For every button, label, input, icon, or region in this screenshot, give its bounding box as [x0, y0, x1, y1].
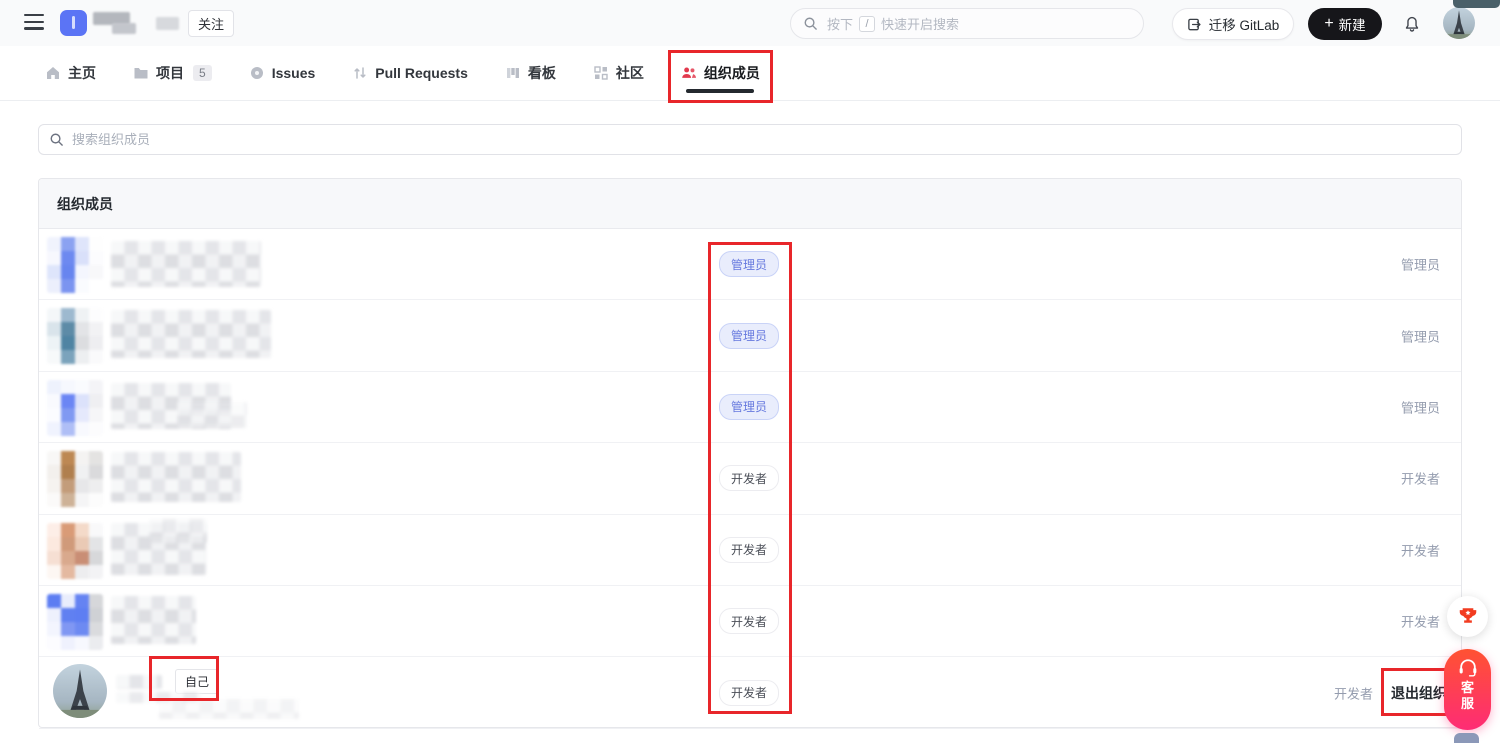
migrate-gitlab-button[interactable]: 迁移 GitLab [1172, 8, 1294, 40]
customer-service-fab-button[interactable]: 客服 [1444, 649, 1491, 730]
eiffel-tower-avatar-image [1443, 7, 1475, 39]
tab-board[interactable]: 看板 [505, 46, 556, 101]
headset-icon [1457, 658, 1479, 678]
customer-service-label: 客服 [1460, 680, 1475, 712]
issue-icon [249, 65, 265, 81]
blurred-avatar [47, 451, 103, 507]
community-icon [593, 65, 609, 81]
tab-community[interactable]: 社区 [593, 46, 644, 101]
new-button[interactable]: + 新建 [1308, 8, 1382, 40]
trophy-icon [1457, 606, 1479, 628]
member-row: 管理员 管理员 [39, 229, 1461, 300]
member-row-self: 自己 开发者 开发者 退出组织 [39, 657, 1461, 728]
user-avatar[interactable] [1443, 7, 1475, 39]
role-badge: 开发者 [719, 680, 779, 706]
folder-icon [133, 65, 149, 81]
blurred-org-name [112, 23, 136, 34]
blurred-avatar [47, 308, 103, 364]
role-badge: 管理员 [719, 323, 779, 349]
org-logo[interactable] [60, 10, 87, 36]
role-select[interactable]: 开发者 [1401, 469, 1440, 488]
home-icon [45, 65, 61, 81]
follow-button[interactable]: 关注 [188, 10, 234, 37]
corner-chip [1453, 0, 1500, 8]
projects-count-badge: 5 [193, 65, 212, 81]
slash-keycap: / [859, 16, 875, 32]
role-select[interactable]: 开发者 [1334, 683, 1373, 702]
board-icon [505, 65, 521, 81]
org-members-panel: 组织成员 管理员 管理员 管理员 管理员 管理员 管理员 开发者 开发者 开发者… [38, 178, 1462, 728]
notification-bell-icon[interactable] [1401, 12, 1423, 34]
org-nav-tabs: 主页 项目 5 Issues Pull Requests 看板 [0, 46, 1500, 101]
role-badge: 管理员 [719, 251, 779, 277]
blurred-member-meta [177, 402, 247, 428]
global-search-input[interactable]: 按下 / 快速开启搜索 [790, 8, 1144, 39]
plus-icon: + [1324, 15, 1333, 33]
member-row: 开发者 开发者 [39, 586, 1461, 657]
member-row: 开发者 开发者 [39, 515, 1461, 586]
global-search-placeholder: 按下 / 快速开启搜索 [827, 14, 959, 33]
active-tab-underline [686, 89, 754, 93]
blurred-member-name [111, 241, 261, 287]
blurred-member-name [111, 452, 241, 502]
role-select[interactable]: 开发者 [1401, 540, 1440, 559]
role-select[interactable]: 管理员 [1401, 326, 1440, 345]
role-badge: 开发者 [719, 608, 779, 634]
role-badge: 开发者 [719, 465, 779, 491]
blurred-avatar [47, 594, 103, 650]
leave-org-button[interactable]: 退出组织 [1391, 683, 1447, 703]
member-row: 开发者 开发者 [39, 443, 1461, 514]
member-search-box [38, 124, 1462, 155]
pull-request-icon [352, 65, 368, 81]
search-icon [803, 16, 818, 31]
self-badge: 自己 [175, 669, 219, 694]
blurred-avatar [47, 380, 103, 436]
tab-pull-requests[interactable]: Pull Requests [352, 46, 468, 101]
tab-projects[interactable]: 项目 5 [133, 46, 212, 101]
panel-title: 组织成员 [39, 179, 1461, 229]
blurred-member-name [111, 596, 196, 644]
import-icon [1187, 17, 1202, 32]
partial-fab-button[interactable] [1454, 733, 1479, 743]
member-search-input[interactable] [72, 132, 1451, 147]
blurred-org-meta [156, 17, 179, 30]
trophy-fab-button[interactable] [1447, 596, 1488, 637]
role-badge: 开发者 [719, 537, 779, 563]
blurred-member-name [116, 675, 162, 689]
eiffel-tower-avatar-image [53, 664, 107, 718]
role-select[interactable]: 开发者 [1401, 612, 1440, 631]
hamburger-menu-icon[interactable] [24, 14, 44, 30]
search-icon [49, 132, 64, 147]
member-row: 管理员 管理员 [39, 300, 1461, 371]
tab-org-members[interactable]: 组织成员 [681, 46, 760, 101]
members-icon [681, 65, 697, 81]
role-select[interactable]: 管理员 [1401, 255, 1440, 274]
blurred-avatar [47, 523, 103, 579]
tab-home[interactable]: 主页 [45, 46, 96, 101]
blurred-member-meta [149, 519, 207, 543]
topbar: 关注 按下 / 快速开启搜索 迁移 GitLab + 新建 [0, 0, 1500, 46]
self-avatar[interactable] [53, 664, 107, 718]
member-row: 管理员 管理员 [39, 372, 1461, 443]
blurred-avatar [47, 237, 103, 293]
tab-issues[interactable]: Issues [249, 46, 316, 101]
blurred-member-name [111, 310, 271, 358]
blurred-member-meta [159, 699, 299, 719]
role-select[interactable]: 管理员 [1401, 397, 1440, 416]
role-badge: 管理员 [719, 394, 779, 420]
